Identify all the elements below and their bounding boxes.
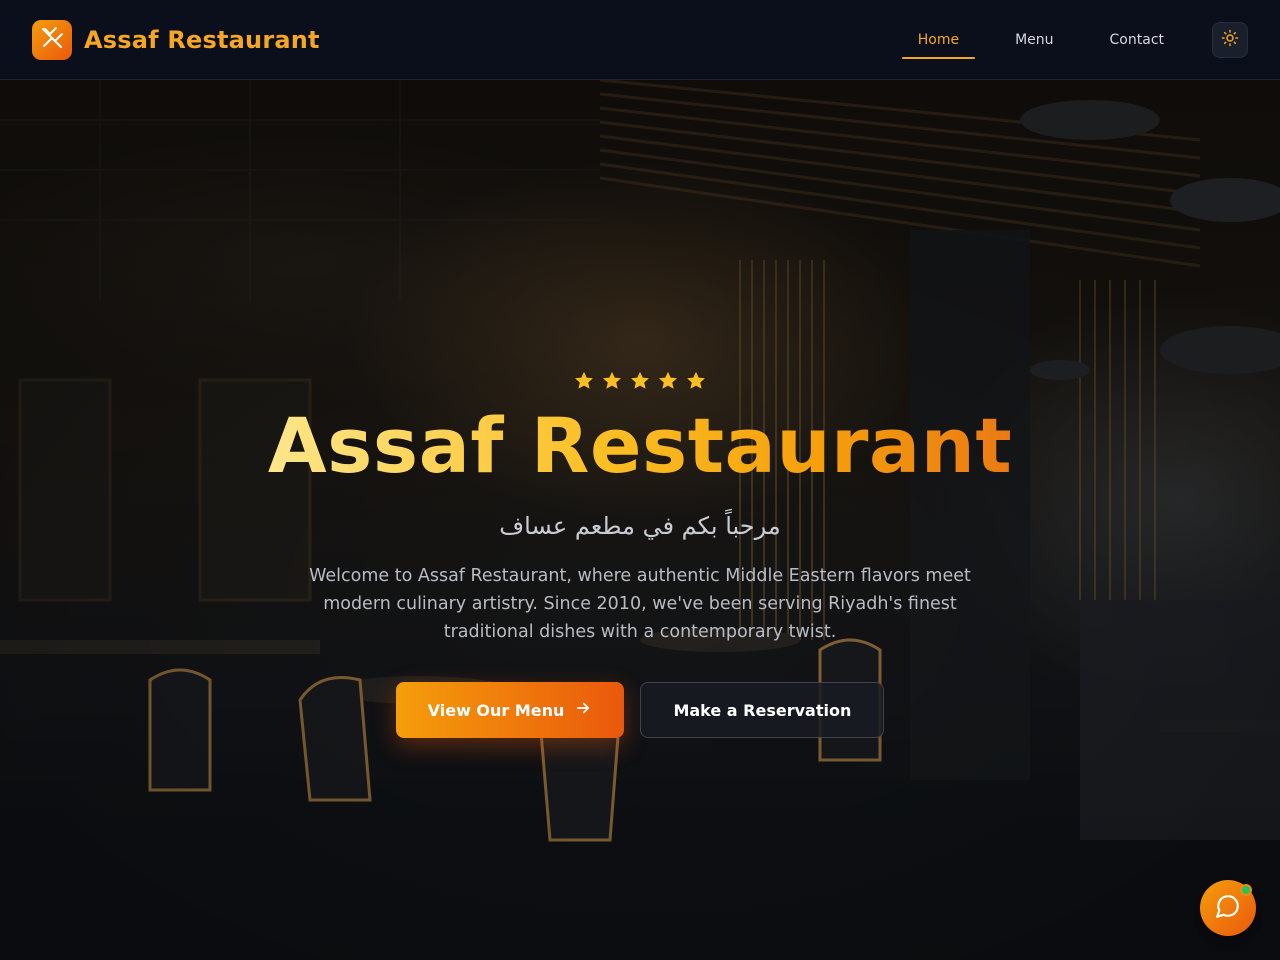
rating-stars [573,370,707,392]
view-menu-label: View Our Menu [427,700,565,720]
cta-row: View Our Menu Make a Reservation [395,682,885,738]
arrow-right-icon [574,699,592,721]
chat-bubble-icon [1215,893,1241,923]
make-reservation-label: Make a Reservation [673,700,852,720]
utensils-crossed-icon [40,26,64,54]
site-header: Assaf Restaurant Home Menu Contact [0,0,1280,80]
logo[interactable] [32,19,72,60]
hero-description: Welcome to Assaf Restaurant, where authe… [309,566,971,642]
hero-subtitle-arabic: مرحباً بكم في مطعم عساف [499,512,781,540]
chat-button[interactable] [1200,880,1256,936]
star-icon [629,370,651,392]
nav-contact[interactable]: Contact [1094,21,1180,59]
nav-home[interactable]: Home [901,21,976,59]
theme-toggle-button[interactable] [1212,21,1248,58]
main-nav: Home Menu Contact [878,21,1248,59]
star-icon [601,370,623,392]
star-icon [573,370,595,392]
view-menu-button[interactable]: View Our Menu [395,682,625,738]
star-icon [685,370,707,392]
online-status-dot [1240,884,1252,896]
hero-title: Assaf Restaurant [267,401,1013,490]
sun-icon [1221,29,1239,51]
nav-menu[interactable]: Menu [999,21,1069,59]
hero-section: Assaf Restaurant مرحباً بكم في مطعم عساف… [0,80,1280,960]
make-reservation-button[interactable]: Make a Reservation [640,682,885,738]
star-icon [657,370,679,392]
brand-name[interactable]: Assaf Restaurant [84,26,320,54]
